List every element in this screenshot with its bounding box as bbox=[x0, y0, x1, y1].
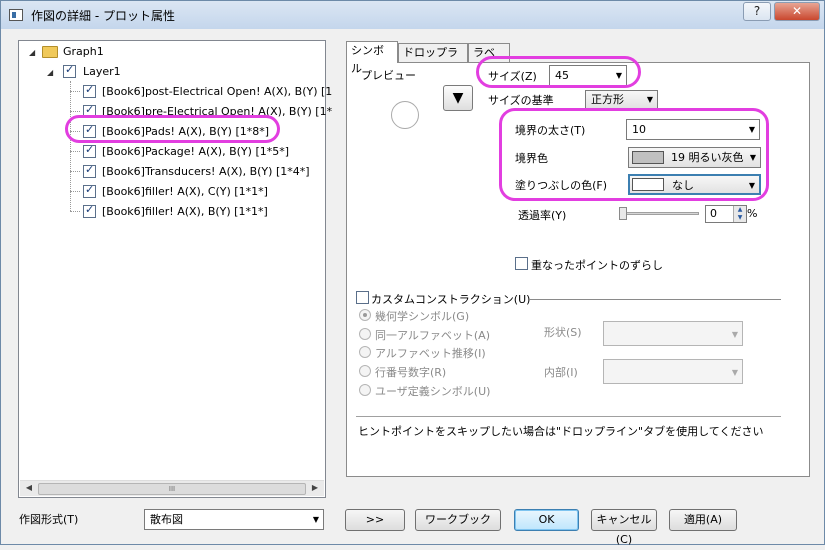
radio-letter-increment-label: アルファベット推移(I) bbox=[375, 347, 486, 360]
spin-up-icon[interactable]: ▲ bbox=[733, 206, 746, 214]
symbol-gallery-button[interactable]: ▼ bbox=[443, 85, 473, 111]
size-basis-label: サイズの基準 bbox=[488, 94, 554, 107]
plot-checkbox[interactable] bbox=[83, 183, 96, 198]
collapse-layer-icon[interactable]: ◢ bbox=[47, 68, 56, 77]
dropdown-arrow-icon: ▼ bbox=[646, 95, 653, 104]
plot-checkbox[interactable] bbox=[83, 143, 96, 158]
window-icon bbox=[9, 9, 23, 21]
radio-row-number[interactable] bbox=[359, 365, 371, 377]
transparency-unit: % bbox=[747, 207, 758, 220]
transparency-slider-track[interactable] bbox=[621, 212, 699, 215]
tree-guide-line bbox=[70, 111, 80, 112]
fill-color-combo[interactable]: なし ▼ bbox=[628, 174, 761, 195]
interior-combo[interactable]: ▼ bbox=[603, 359, 743, 384]
tree-item-graph[interactable]: Graph1 bbox=[63, 43, 104, 61]
preview-label: プレビュー bbox=[361, 69, 416, 82]
fill-color-label: 塗りつぶしの色(F) bbox=[515, 179, 608, 192]
shape-label: 形状(S) bbox=[544, 326, 582, 339]
dropdown-arrow-icon: ▼ bbox=[749, 153, 756, 162]
radio-user-defined[interactable] bbox=[359, 384, 371, 396]
cancel-button[interactable]: キャンセル(C) bbox=[591, 509, 657, 546]
plot-checkbox[interactable] bbox=[83, 163, 96, 178]
tree-guide-line bbox=[70, 211, 80, 212]
edge-color-combo[interactable]: 19 明るい灰色 ▼ bbox=[628, 147, 761, 168]
scroll-left-icon[interactable]: ◀ bbox=[22, 483, 36, 495]
interior-label: 内部(I) bbox=[544, 366, 578, 379]
tree-item-plot[interactable]: [Book6]Package! A(X), B(Y) [1*5*] bbox=[102, 143, 289, 161]
tree-guide-line bbox=[70, 171, 80, 172]
edge-color-swatch bbox=[632, 151, 664, 164]
transparency-value: 0 bbox=[710, 207, 717, 220]
tree-item-plot[interactable]: [Book6]filler! A(X), C(Y) [1*1*] bbox=[102, 183, 268, 201]
help-button[interactable]: ? bbox=[743, 2, 771, 21]
fill-color-swatch bbox=[632, 178, 664, 191]
edge-color-label: 境界色 bbox=[515, 152, 548, 165]
fill-color-value: なし bbox=[672, 179, 694, 192]
shape-combo[interactable]: ▼ bbox=[603, 321, 743, 346]
workbook-button[interactable]: ワークブック bbox=[415, 509, 501, 531]
scroll-right-icon[interactable]: ▶ bbox=[308, 483, 322, 495]
hint-text: ヒントポイントをスキップしたい場合は"ドロップライン"タブを使用してください bbox=[358, 425, 764, 438]
custom-construction-checkbox[interactable] bbox=[356, 291, 369, 304]
dropdown-arrow-icon: ▼ bbox=[748, 181, 755, 190]
layer-checkbox[interactable] bbox=[63, 63, 76, 78]
window-title: 作図の詳細 - プロット属性 bbox=[31, 9, 175, 23]
edge-thickness-combo[interactable]: 10 ▼ bbox=[626, 119, 760, 140]
plot-checkbox[interactable] bbox=[83, 203, 96, 218]
highlight-size bbox=[476, 56, 641, 88]
folder-icon bbox=[42, 46, 58, 58]
tree-horizontal-scrollbar[interactable]: ◀ III ▶ bbox=[20, 480, 324, 496]
radio-geometric-label: 幾何学シンボル(G) bbox=[375, 310, 470, 323]
tab-droplines[interactable]: ドロップライン bbox=[398, 43, 468, 77]
plot-type-label: 作図形式(T) bbox=[19, 513, 79, 526]
plot-tree: ◢ Graph1 ◢ Layer1 [Book6]post-Electrical… bbox=[18, 40, 332, 498]
tree-item-plot[interactable]: [Book6]Transducers! A(X), B(Y) [1*4*] bbox=[102, 163, 310, 181]
tree-guide-line bbox=[70, 191, 80, 192]
transparency-spinbox[interactable]: 0 ▲ ▼ bbox=[705, 205, 747, 223]
tree-item-plot[interactable]: [Book6]filler! A(X), B(Y) [1*1*] bbox=[102, 203, 268, 221]
apply-button[interactable]: 適用(A) bbox=[669, 509, 737, 531]
symbol-preview bbox=[391, 101, 419, 129]
custom-construction-label: カスタムコンストラクション(U) bbox=[371, 293, 531, 306]
more-button[interactable]: >> bbox=[345, 509, 405, 531]
size-basis-combo[interactable]: 正方形 ▼ bbox=[585, 90, 658, 109]
plot-checkbox[interactable] bbox=[83, 83, 96, 98]
edge-thickness-value: 10 bbox=[632, 123, 646, 136]
radio-user-defined-label: ユーザ定義シンボル(U) bbox=[375, 385, 491, 398]
separator-line bbox=[356, 416, 781, 417]
plot-details-dialog: 作図の詳細 - プロット属性 ? ✕ ◢ Graph1 ◢ Layer1 [Bo… bbox=[0, 0, 825, 546]
scroll-thumb[interactable]: III bbox=[38, 483, 306, 495]
ok-button[interactable]: OK bbox=[514, 509, 579, 531]
radio-single-letter[interactable] bbox=[359, 328, 371, 340]
size-basis-value: 正方形 bbox=[591, 93, 624, 106]
dropdown-triangle-icon: ▼ bbox=[452, 90, 464, 106]
highlight-selected-plot bbox=[65, 115, 280, 143]
dropdown-arrow-icon: ▼ bbox=[748, 125, 755, 134]
overlap-label: 重なったポイントのずらし bbox=[531, 259, 663, 272]
tree-item-plot[interactable]: [Book6]post-Electrical Open! A(X), B(Y) … bbox=[102, 83, 332, 101]
collapse-graph-icon[interactable]: ◢ bbox=[29, 48, 38, 57]
dropdown-arrow-icon: ▼ bbox=[731, 330, 738, 339]
title-bar: 作図の詳細 - プロット属性 ? ✕ bbox=[1, 1, 824, 29]
separator-line bbox=[529, 299, 781, 300]
plot-type-select[interactable]: 散布図 ▼ bbox=[144, 509, 324, 530]
dropdown-arrow-icon: ▼ bbox=[312, 515, 319, 524]
edge-color-value: 19 明るい灰色 bbox=[671, 151, 744, 164]
dropdown-arrow-icon: ▼ bbox=[731, 368, 738, 377]
radio-letter-increment[interactable] bbox=[359, 346, 371, 358]
edge-thickness-label: 境界の太さ(T) bbox=[515, 124, 586, 137]
spin-down-icon[interactable]: ▼ bbox=[733, 214, 746, 222]
close-button[interactable]: ✕ bbox=[774, 2, 820, 21]
transparency-slider-thumb[interactable] bbox=[619, 207, 627, 220]
overlap-checkbox[interactable] bbox=[515, 257, 528, 270]
radio-geometric[interactable] bbox=[359, 309, 371, 321]
plot-type-value: 散布図 bbox=[150, 513, 183, 526]
radio-single-letter-label: 同一アルファベット(A) bbox=[375, 329, 490, 342]
tab-symbol[interactable]: シンボル bbox=[346, 41, 398, 75]
tree-guide-line bbox=[70, 151, 80, 152]
radio-row-number-label: 行番号数字(R) bbox=[375, 366, 447, 379]
tree-guide-line bbox=[70, 91, 80, 92]
transparency-label: 透過率(Y) bbox=[518, 209, 567, 222]
tree-item-layer[interactable]: Layer1 bbox=[83, 63, 121, 81]
